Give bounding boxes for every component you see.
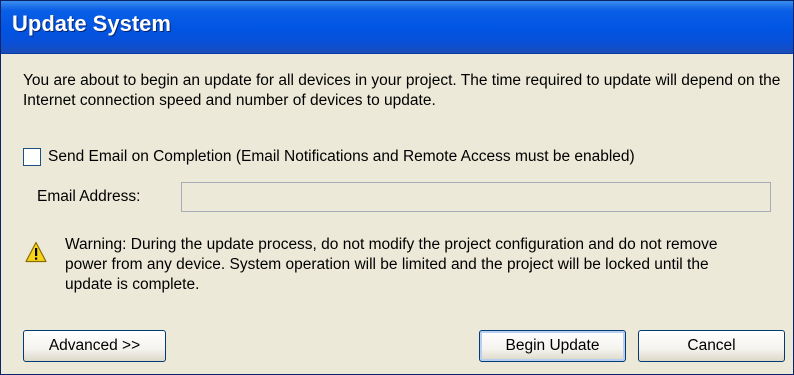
title-bar[interactable]: Update System bbox=[1, 1, 793, 54]
email-address-label: Email Address: bbox=[37, 188, 141, 205]
advanced-button[interactable]: Advanced >> bbox=[23, 330, 166, 362]
dialog-title: Update System bbox=[12, 11, 171, 36]
update-system-dialog: Update System You are about to begin an … bbox=[0, 0, 794, 375]
warning-triangle-icon bbox=[25, 241, 47, 263]
email-address-field bbox=[181, 182, 771, 212]
begin-update-button[interactable]: Begin Update bbox=[479, 330, 626, 362]
send-email-checkbox-label[interactable]: Send Email on Completion (Email Notifica… bbox=[48, 148, 635, 166]
warning-text: Warning: During the update process, do n… bbox=[65, 236, 718, 293]
cancel-button[interactable]: Cancel bbox=[638, 330, 785, 362]
intro-text: You are about to begin an update for all… bbox=[23, 72, 781, 109]
send-email-checkbox[interactable] bbox=[23, 148, 41, 166]
send-email-option[interactable]: Send Email on Completion (Email Notifica… bbox=[23, 148, 635, 166]
